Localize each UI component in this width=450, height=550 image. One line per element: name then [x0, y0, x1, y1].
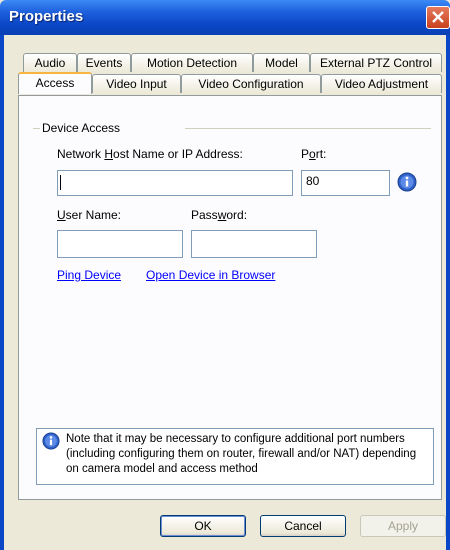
ping-device-link[interactable]: Ping Device [57, 268, 121, 282]
host-label: Network Host Name or IP Address: [57, 147, 243, 161]
password-label: Password: [191, 208, 248, 222]
group-divider [185, 128, 431, 129]
info-icon[interactable] [397, 172, 417, 192]
tab-model[interactable]: Model [253, 53, 310, 72]
tab-video-adjustment[interactable]: Video Adjustment [321, 74, 442, 93]
cancel-button[interactable]: Cancel [260, 515, 346, 537]
tab-external-ptz-control[interactable]: External PTZ Control [310, 53, 442, 72]
properties-dialog: Properties Audio Events Motion Detection… [0, 0, 450, 550]
port-label: Port: [301, 147, 327, 161]
tab-access[interactable]: Access [18, 72, 92, 94]
close-button[interactable] [426, 6, 450, 29]
title-bar[interactable]: Properties [0, 0, 450, 35]
tab-video-input[interactable]: Video Input [92, 74, 181, 93]
window-frame-left [0, 35, 4, 550]
note-info-icon [42, 432, 60, 450]
port-input[interactable]: 80 [301, 170, 390, 196]
close-icon [432, 11, 444, 23]
open-device-in-browser-link[interactable]: Open Device in Browser [146, 268, 275, 282]
window-title: Properties [9, 8, 84, 25]
text-caret [60, 175, 61, 190]
tab-events[interactable]: Events [77, 53, 131, 72]
tab-video-configuration[interactable]: Video Configuration [181, 74, 321, 93]
tab-motion-detection[interactable]: Motion Detection [131, 53, 253, 72]
tab-audio[interactable]: Audio [23, 53, 77, 72]
device-access-group-label: Device Access [40, 121, 123, 135]
apply-button[interactable]: Apply [360, 515, 446, 537]
password-input[interactable] [191, 230, 317, 258]
group-divider-left [33, 128, 40, 129]
window-frame-right [446, 35, 450, 550]
user-name-input[interactable] [57, 230, 183, 258]
host-input[interactable] [57, 170, 293, 196]
user-name-label: User Name: [57, 208, 122, 222]
note-text: Note that it may be necessary to configu… [66, 433, 417, 475]
ok-button[interactable]: OK [160, 515, 246, 537]
